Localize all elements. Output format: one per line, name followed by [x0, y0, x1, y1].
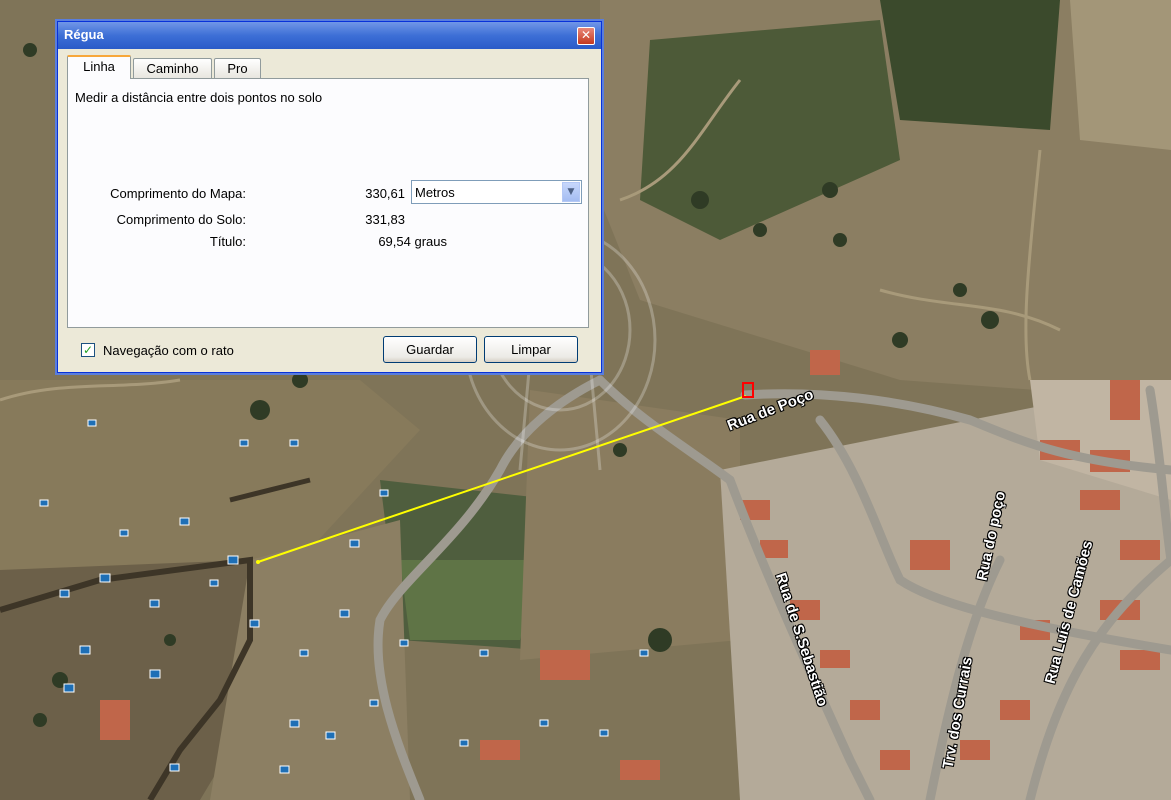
- save-button[interactable]: Guardar: [383, 336, 477, 363]
- ground-length-label: Comprimento do Solo:: [116, 212, 246, 227]
- heading-label: Título:: [209, 234, 246, 249]
- tab-panel-linha: Medir a distância entre dois pontos no s…: [67, 78, 589, 328]
- chevron-down-icon[interactable]: ▼: [562, 182, 580, 202]
- close-icon[interactable]: ✕: [577, 27, 595, 45]
- map-length-label: Comprimento do Mapa:: [110, 186, 246, 201]
- mouse-nav-checkbox[interactable]: ✓: [81, 343, 95, 357]
- ground-length-value: 331,83: [365, 212, 405, 227]
- mouse-nav-label: Navegação com o rato: [103, 343, 234, 358]
- clear-button[interactable]: Limpar: [484, 336, 578, 363]
- units-dropdown[interactable]: Metros ▼: [411, 180, 582, 204]
- tab-caminho[interactable]: Caminho: [133, 58, 212, 78]
- tab-pro[interactable]: Pro: [214, 58, 261, 78]
- description-text: Medir a distância entre dois pontos no s…: [75, 90, 323, 105]
- dialog-title: Régua: [64, 27, 104, 42]
- measure-start-point: [256, 560, 260, 564]
- heading-value: 69,54 graus: [378, 234, 447, 249]
- dialog-titlebar[interactable]: Régua ✕: [58, 22, 601, 49]
- ruler-dialog: Régua ✕ Linha Caminho Pro Medir a distân…: [57, 21, 602, 373]
- units-selected: Metros: [415, 185, 455, 200]
- tab-linha[interactable]: Linha: [67, 55, 131, 79]
- map-length-value: 330,61: [365, 186, 405, 201]
